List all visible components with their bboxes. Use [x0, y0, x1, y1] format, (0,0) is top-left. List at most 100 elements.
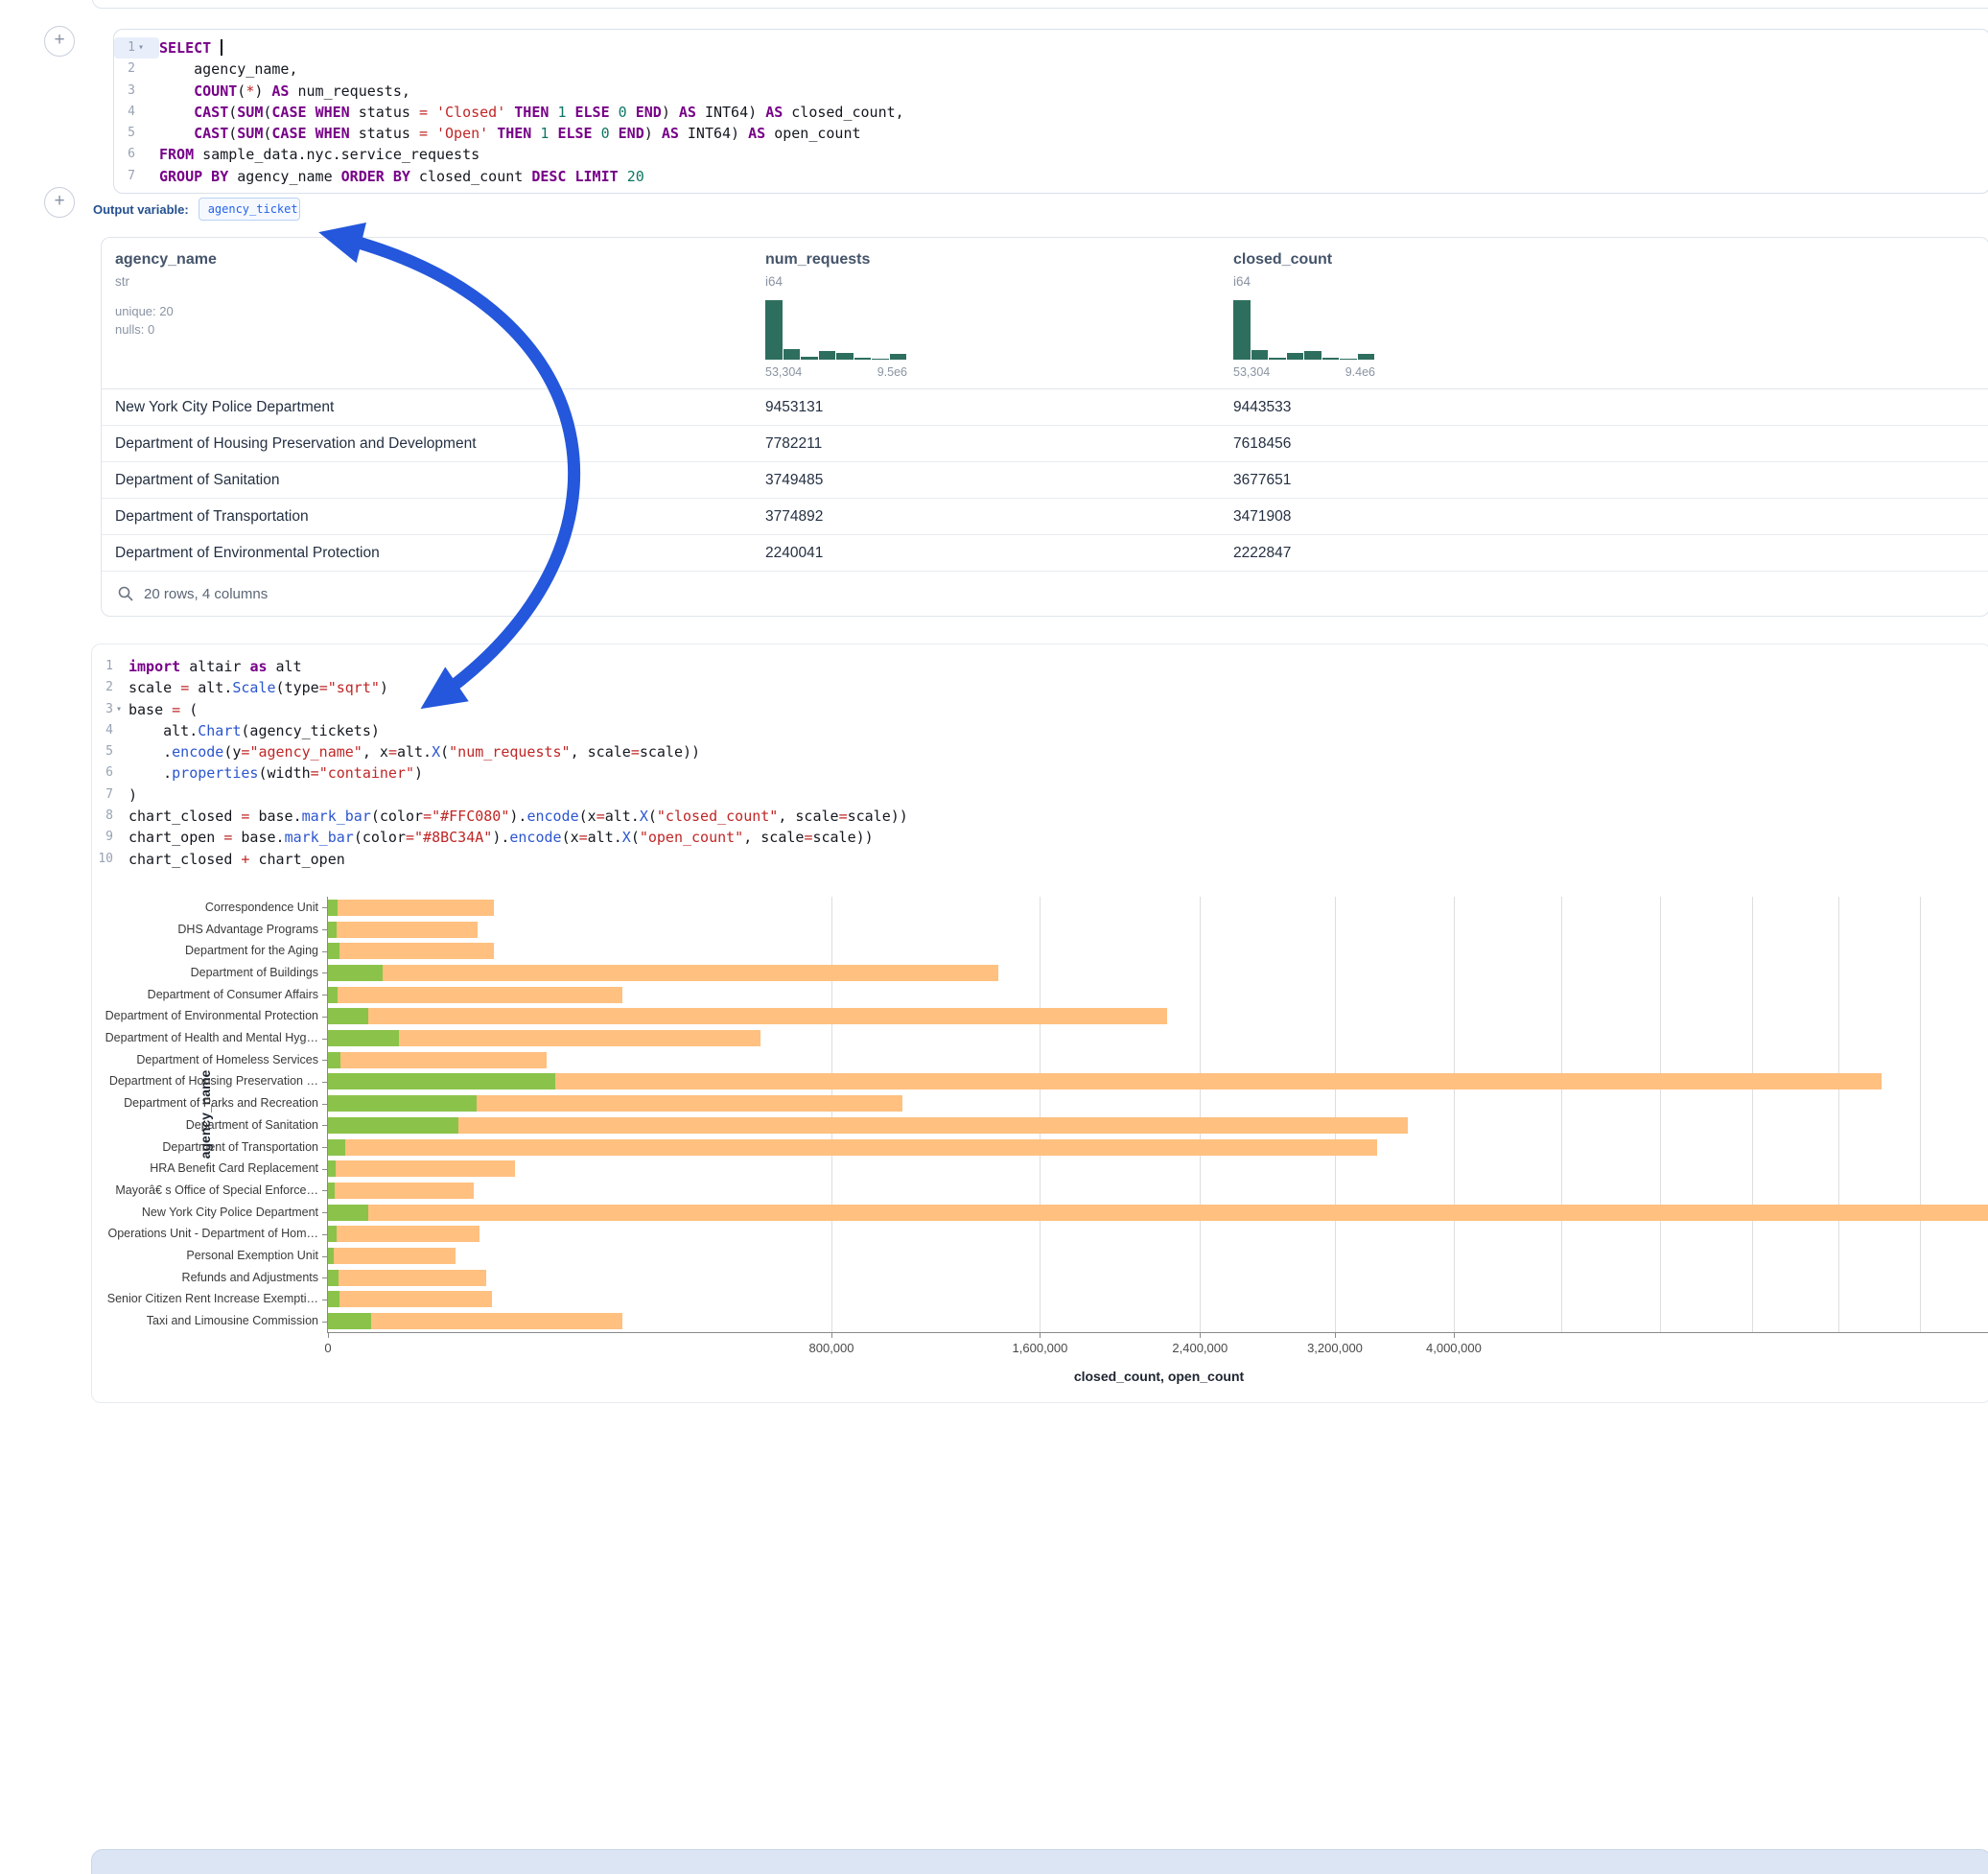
cell-num-requests: 9453131 [752, 399, 1220, 416]
code-text[interactable]: alt.Chart(agency_tickets) [129, 720, 380, 741]
column-name: closed_count [1233, 251, 1988, 269]
bar-closed[interactable] [328, 1291, 492, 1307]
bar-closed[interactable] [328, 965, 998, 981]
add-cell-button[interactable]: + [44, 26, 75, 57]
table-row[interactable]: Department of Sanitation37494853677651 [102, 462, 1988, 499]
bar-open[interactable] [328, 1139, 345, 1156]
bar-closed[interactable] [328, 1313, 622, 1329]
bar-open[interactable] [328, 1073, 555, 1089]
bar-closed[interactable] [328, 1160, 515, 1177]
code-text[interactable]: CAST(SUM(CASE WHEN status = 'Closed' THE… [159, 102, 904, 123]
code-text[interactable]: chart_closed + chart_open [129, 849, 345, 870]
bar-open[interactable] [328, 1095, 477, 1112]
bar-open[interactable] [328, 922, 337, 938]
chart-gridline [1200, 897, 1201, 1332]
column-header[interactable]: closed_counti6453,3049.4e6 [1220, 251, 1988, 388]
bar-open[interactable] [328, 1205, 368, 1221]
bar-closed[interactable] [328, 1008, 1167, 1024]
code-text[interactable]: FROM sample_data.nyc.service_requests [159, 144, 479, 165]
table-row[interactable]: Department of Transportation377489234719… [102, 499, 1988, 535]
code-text[interactable]: agency_name, [159, 59, 298, 80]
add-cell-button[interactable]: + [44, 187, 75, 218]
line-number-text: 6 [114, 144, 135, 165]
bar-open[interactable] [328, 1226, 337, 1242]
sql-code-editor[interactable]: 1▾SELECT 2 agency_name,3 COUNT(*) AS num… [114, 37, 1988, 187]
search-icon[interactable] [117, 585, 134, 602]
bar-closed[interactable] [328, 987, 622, 1003]
bar-closed[interactable] [328, 943, 494, 959]
bar-open[interactable] [328, 1291, 339, 1307]
code-text[interactable]: .properties(width="container") [129, 762, 423, 784]
code-text[interactable]: ) [129, 785, 137, 806]
line-number: 3▾ [92, 699, 129, 720]
table-row[interactable]: Department of Environmental Protection22… [102, 535, 1988, 572]
bar-closed[interactable] [328, 1139, 1377, 1156]
bar-open[interactable] [328, 1052, 340, 1068]
bar-closed[interactable] [328, 1183, 474, 1199]
sql-cell[interactable]: 1▾SELECT 2 agency_name,3 COUNT(*) AS num… [113, 29, 1988, 194]
chevron-down-icon[interactable]: ▾ [138, 37, 144, 59]
code-text[interactable]: chart_closed = base.mark_bar(color="#FFC… [129, 806, 908, 827]
chart-gridline [1660, 897, 1661, 1332]
line-number-text: 3 [114, 81, 135, 102]
bar-open[interactable] [328, 1270, 339, 1286]
y-axis-tick [322, 1125, 328, 1126]
bar-open[interactable] [328, 965, 383, 981]
bar-closed[interactable] [328, 1226, 479, 1242]
bar-open[interactable] [328, 987, 338, 1003]
bar-closed[interactable] [328, 1073, 1882, 1089]
output-variable-chip[interactable]: agency_tickets [199, 198, 300, 221]
code-line: 7 GROUP BY agency_name ORDER BY closed_co… [114, 166, 1988, 187]
code-text[interactable]: chart_open = base.mark_bar(color="#8BC34… [129, 827, 874, 848]
code-text[interactable]: SELECT [159, 37, 222, 59]
bar-open[interactable] [328, 1117, 458, 1134]
histogram-bar [765, 300, 783, 360]
histogram-range-labels: 53,3049.5e6 [765, 365, 907, 379]
line-number-text: 7 [114, 166, 135, 187]
line-number: 3 [114, 81, 159, 102]
chevron-down-icon[interactable]: ▾ [116, 699, 122, 720]
y-axis-category-label: Department of Housing Preservation … [93, 1074, 318, 1089]
column-header[interactable]: num_requestsi6453,3049.5e6 [752, 251, 1220, 388]
line-number-text: 9 [92, 827, 113, 848]
bar-closed[interactable] [328, 900, 494, 916]
python-code-editor[interactable]: 1import altair as alt2scale = alt.Scale(… [92, 644, 1988, 870]
bar-closed[interactable] [328, 1052, 547, 1068]
bar-open[interactable] [328, 943, 339, 959]
code-text[interactable]: GROUP BY agency_name ORDER BY closed_cou… [159, 166, 644, 187]
histogram-bar [801, 357, 818, 360]
table-row[interactable]: Department of Housing Preservation and D… [102, 426, 1988, 462]
code-text[interactable]: .encode(y="agency_name", x=alt.X("num_re… [129, 741, 700, 762]
next-cell-strip[interactable] [91, 1849, 1988, 1874]
line-number-text: 6 [92, 762, 113, 784]
code-text[interactable]: base = ( [129, 699, 198, 720]
chart-gridline [1040, 897, 1041, 1332]
column-header[interactable]: agency_namestrunique: 20nulls: 0 [102, 251, 752, 388]
bar-open[interactable] [328, 1313, 371, 1329]
bar-closed[interactable] [328, 1117, 1408, 1134]
code-text[interactable]: CAST(SUM(CASE WHEN status = 'Open' THEN … [159, 123, 861, 144]
y-axis-tick [322, 1169, 328, 1170]
bar-closed[interactable] [328, 1248, 456, 1264]
bar-open[interactable] [328, 1183, 335, 1199]
bar-open[interactable] [328, 900, 338, 916]
cell-agency-name: Department of Housing Preservation and D… [102, 435, 752, 453]
table-row[interactable]: New York City Police Department945313194… [102, 389, 1988, 426]
code-text[interactable]: import altair as alt [129, 656, 302, 677]
bar-open[interactable] [328, 1030, 399, 1046]
code-text[interactable]: COUNT(*) AS num_requests, [159, 81, 410, 102]
output-variable-label: Output variable: [93, 202, 189, 217]
bar-closed[interactable] [328, 1270, 486, 1286]
bar-open[interactable] [328, 1248, 334, 1264]
bar-open[interactable] [328, 1008, 368, 1024]
bar-closed[interactable] [328, 1205, 1988, 1221]
line-number-text: 7 [92, 785, 113, 806]
x-axis-tick [328, 1332, 329, 1338]
cell-agency-name: Department of Sanitation [102, 472, 752, 489]
code-text[interactable]: scale = alt.Scale(type="sqrt") [129, 677, 388, 698]
bar-open[interactable] [328, 1160, 336, 1177]
python-cell[interactable]: 1import altair as alt2scale = alt.Scale(… [91, 644, 1988, 1403]
line-number-text: 5 [114, 123, 135, 144]
code-line: 2 agency_name, [114, 59, 1988, 80]
bar-closed[interactable] [328, 922, 478, 938]
